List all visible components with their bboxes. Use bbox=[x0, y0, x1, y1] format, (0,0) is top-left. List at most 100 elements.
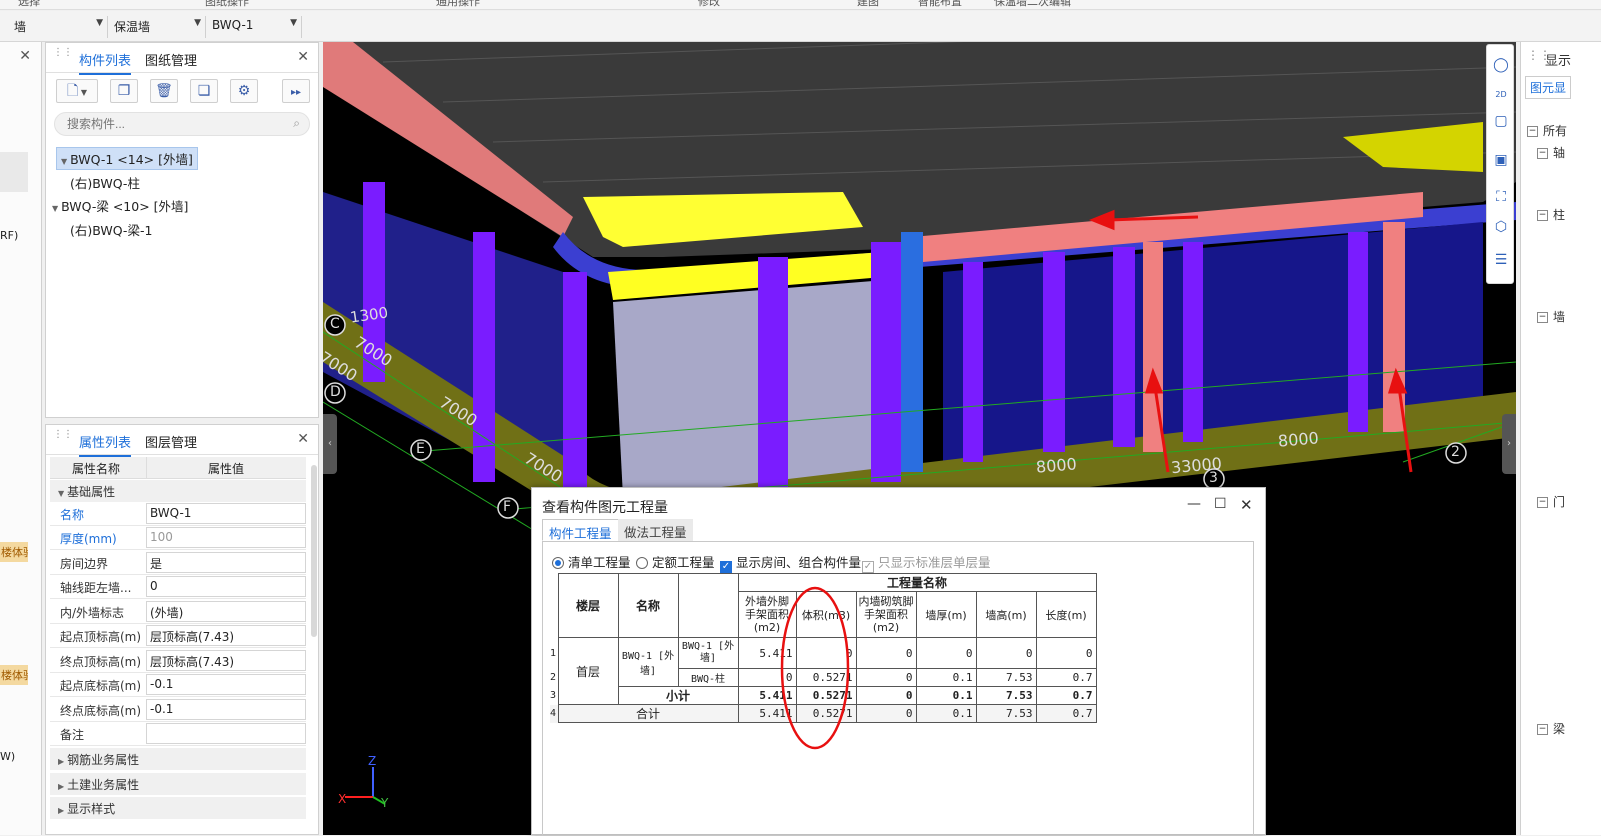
property-name: 起点顶标高(m) bbox=[60, 630, 142, 644]
component-type-combo[interactable]: 保温墙 ▼ bbox=[108, 16, 206, 38]
ribbon-label[interactable]: 图纸操作 bbox=[205, 0, 249, 9]
layers-icon: ❏ bbox=[197, 83, 211, 99]
tab-component-quantity[interactable]: 构件工程量 bbox=[542, 519, 619, 541]
minimize-icon[interactable]: — bbox=[1187, 496, 1201, 512]
radio-bill-quantity[interactable]: 清单工程量 bbox=[552, 552, 631, 571]
header-column: 内墙砌筑脚手架面积(m2) bbox=[855, 591, 917, 638]
tab-drawing-management[interactable]: 图纸管理 bbox=[145, 50, 197, 69]
property-value-field[interactable]: 层顶标高(7.43) bbox=[146, 625, 306, 646]
dynamic-observe-icon[interactable]: ◯ bbox=[1491, 55, 1511, 75]
collapse-triangle-icon: ▼ bbox=[58, 489, 65, 498]
tree-item-bwq-1[interactable]: ▼ BWQ-1 <14> [外墙] bbox=[56, 147, 198, 170]
ribbon-label[interactable]: 修改 bbox=[698, 0, 720, 9]
ribbon-label[interactable]: 选择 bbox=[18, 0, 40, 9]
property-value-field[interactable]: 100 bbox=[146, 527, 306, 548]
property-value-field[interactable]: BWQ-1 bbox=[146, 503, 306, 524]
maximize-icon[interactable]: ☐ bbox=[1214, 496, 1227, 512]
property-name: 起点底标高(m) bbox=[60, 679, 142, 693]
experience-badge[interactable]: 楼体验 bbox=[0, 542, 28, 562]
collapse-box-icon: − bbox=[1527, 126, 1538, 137]
tree-label: (右)BWQ-梁-1 bbox=[70, 223, 153, 238]
axis-label: C bbox=[330, 316, 340, 332]
property-name: 名称 bbox=[60, 508, 85, 522]
close-icon[interactable]: ✕ bbox=[1240, 496, 1253, 514]
new-component-button[interactable]: 🗋 ▼ bbox=[56, 79, 98, 103]
vertical-scrollbar[interactable] bbox=[311, 465, 317, 637]
property-value-field[interactable]: 层顶标高(7.43) bbox=[146, 650, 306, 671]
group-basic-properties[interactable]: ▼ 基础属性 bbox=[50, 480, 306, 502]
tree-row[interactable]: − 轴 bbox=[1537, 144, 1565, 161]
ribbon-label[interactable]: 建图 bbox=[857, 0, 879, 9]
tree-item-bwq-beam-1[interactable]: (右)BWQ-梁-1 bbox=[70, 220, 152, 239]
3d-box-icon[interactable]: ▢ bbox=[1491, 111, 1511, 131]
tab-component-list[interactable]: 构件列表 bbox=[79, 50, 132, 75]
dimension-label: 8000 bbox=[1277, 428, 1320, 451]
tree-row[interactable]: − 门 bbox=[1537, 493, 1565, 510]
drag-handle-icon[interactable]: ⋮⋮ bbox=[53, 430, 73, 446]
property-row: 终点顶标高(m) 层顶标高(7.43) bbox=[50, 649, 306, 673]
property-value-field[interactable]: -0.1 bbox=[146, 699, 306, 720]
component-quantity-dialog: 查看构件图元工程量 — ☐ ✕ 构件工程量 做法工程量 清单工程量 定额工程量 … bbox=[531, 487, 1266, 836]
layer-copy-button[interactable]: ❏ bbox=[190, 79, 218, 103]
cube-view-icon[interactable]: ⬡ bbox=[1491, 217, 1511, 237]
collapse-left-handle[interactable]: ‹ bbox=[323, 414, 337, 474]
close-icon[interactable]: ✕ bbox=[297, 49, 309, 65]
more-tools-button[interactable]: ▸▸ bbox=[282, 79, 310, 103]
close-icon[interactable]: ✕ bbox=[19, 48, 31, 64]
property-value-field[interactable]: 0 bbox=[146, 576, 306, 597]
2d-view-icon[interactable]: 2D bbox=[1491, 85, 1511, 105]
delete-button[interactable]: 🗑 bbox=[150, 79, 178, 103]
tree-row[interactable]: − 所有 bbox=[1527, 122, 1567, 139]
tab-method-quantity[interactable]: 做法工程量 bbox=[618, 519, 693, 541]
collapse-triangle-icon[interactable]: ▼ bbox=[52, 204, 58, 213]
component-name-combo[interactable]: BWQ-1 ▼ bbox=[206, 16, 302, 38]
search-icon[interactable]: ⌕ bbox=[293, 116, 300, 131]
floor-type-combo[interactable]: 墙 ▼ bbox=[8, 16, 108, 38]
collapse-right-handle[interactable]: › bbox=[1502, 414, 1516, 474]
group-civil-properties[interactable]: ▶ 土建业务属性 bbox=[50, 773, 306, 795]
tree-row[interactable]: − 梁 bbox=[1537, 720, 1565, 737]
display-settings-icon[interactable]: ☰ bbox=[1491, 250, 1511, 270]
close-icon[interactable]: ✕ bbox=[297, 431, 309, 447]
checkbox-standard-floor-only[interactable]: ✓ 只显示标准层单层量 bbox=[862, 552, 991, 573]
tree-row[interactable]: − 墙 bbox=[1537, 308, 1565, 325]
ribbon-label[interactable]: 智能布置 bbox=[918, 0, 962, 9]
checkbox-show-room-composite[interactable]: ✓ 显示房间、组合构件量 bbox=[720, 552, 861, 573]
tab-layer-management[interactable]: 图层管理 bbox=[145, 432, 197, 451]
tab-property-list[interactable]: 属性列表 bbox=[79, 432, 132, 457]
left-fragment: W) bbox=[0, 750, 16, 763]
tree-row[interactable]: − 柱 bbox=[1537, 206, 1565, 223]
gizmo-x-label: X bbox=[338, 792, 347, 806]
property-value-field[interactable]: -0.1 bbox=[146, 674, 306, 695]
value-cell: 0.1 bbox=[915, 668, 977, 687]
batch-settings-button[interactable]: ⚙ bbox=[230, 79, 258, 103]
chevron-right-icon: › bbox=[1507, 438, 1511, 449]
sub-component-cell: BWQ-1 [外墙] bbox=[677, 637, 739, 669]
tree-label: 柱 bbox=[1553, 208, 1566, 222]
property-name: 备注 bbox=[60, 728, 85, 742]
row-number: 1 bbox=[550, 637, 559, 669]
property-value-field[interactable] bbox=[146, 723, 306, 744]
value-cell: 0 bbox=[915, 637, 977, 669]
tree-label: 梁 bbox=[1553, 722, 1566, 736]
property-value-field[interactable]: (外墙) bbox=[146, 601, 306, 622]
combo-value: 墙 bbox=[14, 20, 27, 34]
ribbon-label[interactable]: 通用操作 bbox=[436, 0, 480, 9]
copy-button[interactable]: ❐ bbox=[110, 79, 138, 103]
experience-badge[interactable]: 楼体验 bbox=[0, 665, 28, 685]
tree-item-bwq-beam[interactable]: ▼ BWQ-梁 <10> [外墙] bbox=[52, 196, 188, 215]
tree-label: BWQ-1 <14> [外墙] bbox=[70, 152, 193, 167]
solid-view-icon[interactable]: ▣ bbox=[1491, 150, 1511, 170]
collapse-triangle-icon[interactable]: ▼ bbox=[61, 157, 67, 166]
property-value-field[interactable]: 是 bbox=[146, 552, 306, 573]
tab-element-display[interactable]: 图元显 bbox=[1525, 76, 1572, 99]
radio-quota-quantity[interactable]: 定额工程量 bbox=[636, 552, 715, 571]
fullscreen-icon[interactable]: ⛶ bbox=[1491, 187, 1511, 207]
group-rebar-properties[interactable]: ▶ 钢筋业务属性 bbox=[50, 748, 306, 770]
group-display-style[interactable]: ▶ 显示样式 bbox=[50, 797, 306, 819]
ribbon-label[interactable]: 保温墙二次编辑 bbox=[994, 0, 1071, 9]
component-search-input[interactable] bbox=[54, 112, 310, 136]
tree-item-bwq-column[interactable]: (右)BWQ-柱 bbox=[70, 173, 140, 192]
value-cell: 7.53 bbox=[975, 668, 1037, 687]
drag-handle-icon[interactable]: ⋮⋮ bbox=[53, 48, 73, 64]
